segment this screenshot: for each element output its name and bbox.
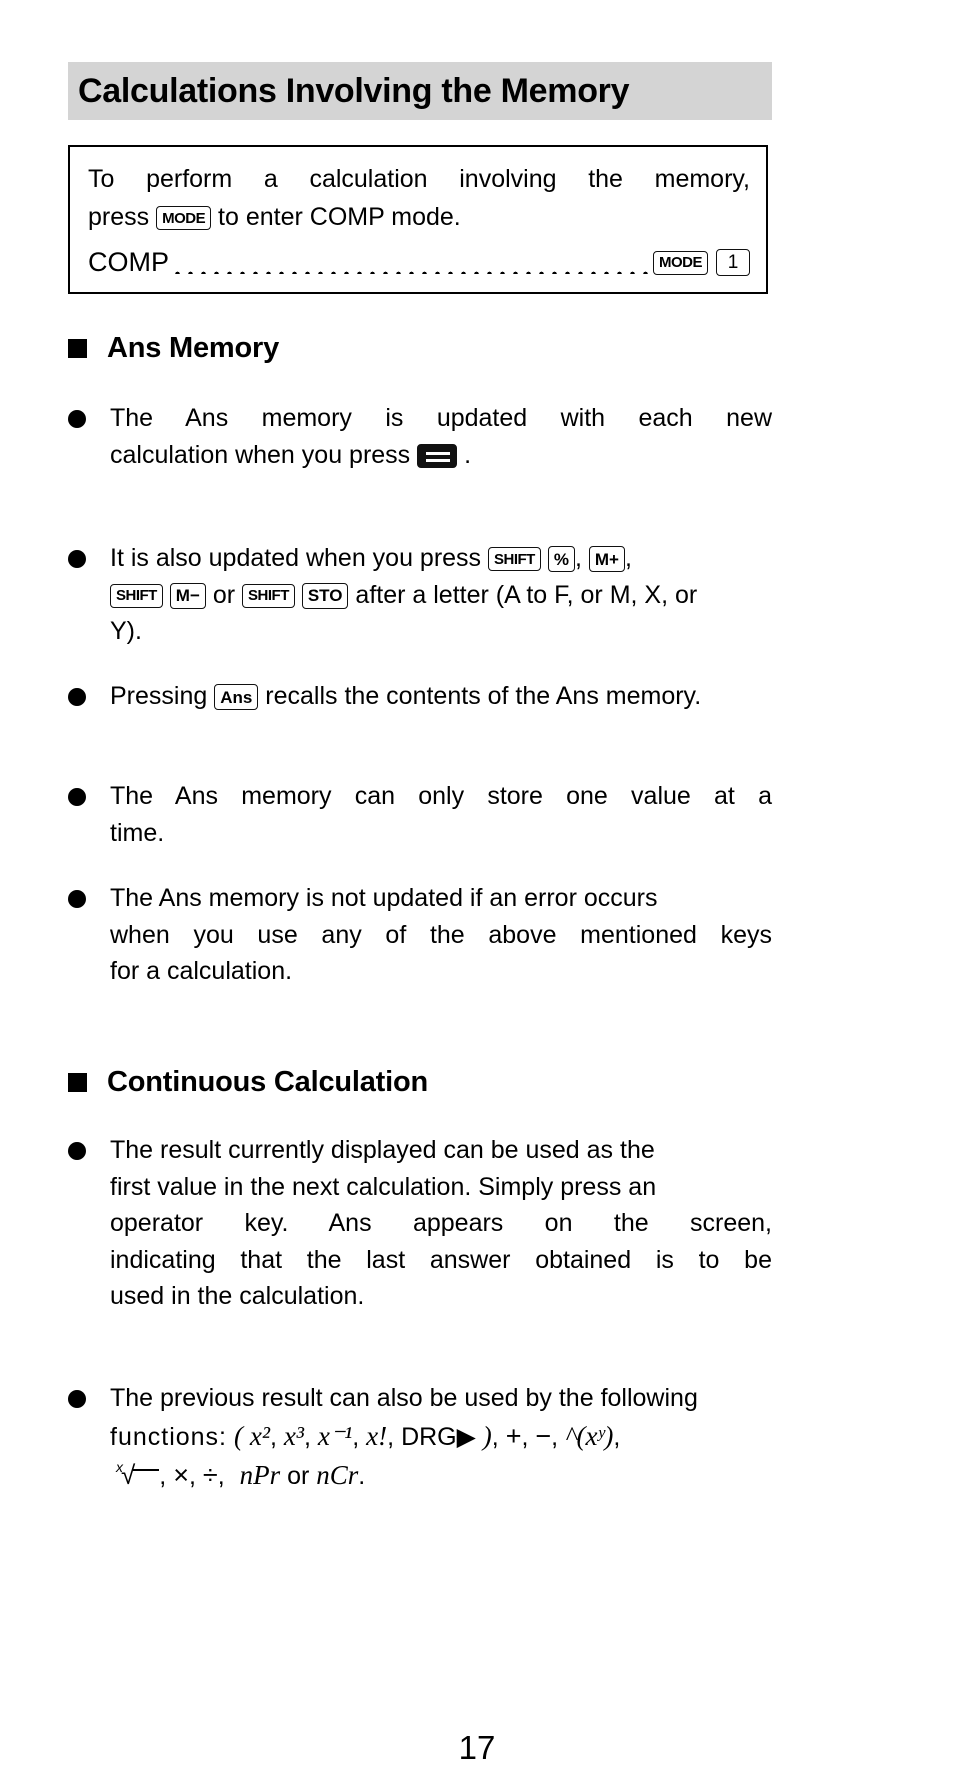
- list-item-line: The Ans memory is updated with each new: [110, 404, 772, 432]
- list-item: The Ans memory is not updated if an erro…: [68, 880, 772, 990]
- list-item-text: It is also updated when you press: [110, 544, 482, 572]
- square-bullet-icon: [68, 339, 87, 358]
- section-title-continuous-calculation: Continuous Calculation: [107, 1066, 429, 1098]
- list-item-period: .: [464, 440, 472, 469]
- comma-separator: ,: [624, 544, 632, 572]
- math-term-npr: nPr: [239, 1459, 281, 1490]
- paren-close: ): [482, 1420, 492, 1451]
- math-term-x-squared: x²: [249, 1420, 271, 1451]
- list-item-line: for a calculation.: [110, 957, 293, 985]
- list-item-line: It is also updated when you press SHIFT …: [110, 540, 772, 577]
- round-bullet-icon: [68, 788, 86, 806]
- round-bullet-icon: [68, 1142, 86, 1160]
- period: .: [358, 1461, 366, 1490]
- comma-separator: ,: [574, 544, 582, 572]
- radical-glyph: √: [121, 1459, 136, 1490]
- comp-mode-row: COMP MODE 1: [88, 247, 750, 278]
- page-title-bar: Calculations Involving the Memory: [68, 62, 772, 120]
- list-item-line: The Ans memory can only store one value …: [110, 782, 772, 810]
- list-item-line: used in the calculation.: [110, 1282, 365, 1310]
- list-item-line: operator key. Ans appears on the screen,: [110, 1209, 772, 1237]
- mode-enter-label: to enter COMP mode.: [218, 202, 461, 231]
- math-line-2: x√, ×, ÷, nPr or nCr.: [110, 1456, 772, 1495]
- math-op-plus: +: [505, 1420, 522, 1451]
- list-item-line: The result currently displayed can be us…: [110, 1136, 655, 1164]
- math-op-minus: −: [535, 1420, 552, 1451]
- list-item-line: The Ans memory is not updated if an erro…: [110, 884, 658, 912]
- math-term-x-root: x√: [110, 1457, 160, 1495]
- math-term-x-cubed: x³: [283, 1420, 305, 1451]
- list-item: The Ans memory is updated with each new …: [68, 400, 772, 473]
- key-percent[interactable]: %: [547, 546, 575, 573]
- math-term-drg: DRG▶: [401, 1422, 476, 1451]
- list-item: The previous result can also be used by …: [68, 1380, 772, 1495]
- math-op-power: ^(xʸ): [565, 1420, 614, 1451]
- key-m-minus[interactable]: M−: [169, 582, 206, 609]
- key-shift[interactable]: SHIFT: [110, 583, 163, 608]
- list-item: The result currently displayed can be us…: [68, 1132, 772, 1315]
- page-number: 17: [458, 1729, 496, 1766]
- math-term-x-inverse: x⁻¹: [317, 1420, 353, 1451]
- list-item-line: time.: [110, 818, 165, 847]
- list-item-text: Pressing: [110, 682, 208, 710]
- mode-line-2: press MODE to enter COMP mode.: [88, 199, 750, 235]
- mode-line-1: To perform a calculation involving the m…: [88, 165, 750, 193]
- round-bullet-icon: [68, 688, 86, 706]
- list-item-line: SHIFT M− or SHIFT STO after a letter (A …: [110, 577, 772, 614]
- key-shift[interactable]: SHIFT: [242, 583, 295, 608]
- conjunction-or: or: [212, 580, 236, 609]
- functions-label: functions:: [110, 1422, 228, 1451]
- list-item-text: calculation when you press: [110, 440, 411, 469]
- comp-label: COMP: [88, 247, 169, 277]
- paren-open: (: [233, 1420, 243, 1451]
- list-item-text: after a letter (A to F, or M, X, or: [355, 580, 698, 609]
- list-item: It is also updated when you press SHIFT …: [68, 540, 772, 650]
- round-bullet-icon: [68, 890, 86, 908]
- list-item: Pressing Ans recalls the contents of the…: [68, 678, 772, 715]
- list-item-line: indicating that the last answer obtained…: [110, 1245, 772, 1274]
- mode-instruction-box: To perform a calculation involving the m…: [68, 145, 768, 294]
- round-bullet-icon: [68, 410, 86, 428]
- page-title: Calculations Involving the Memory: [78, 72, 630, 110]
- key-ans[interactable]: Ans: [214, 684, 259, 711]
- key-shift[interactable]: SHIFT: [488, 547, 541, 572]
- math-op-multiply: ×: [173, 1459, 189, 1490]
- mode-press-label: press: [88, 202, 150, 231]
- math-term-ncr: nCr: [316, 1459, 359, 1490]
- manual-page: Calculations Involving the Memory To per…: [0, 0, 954, 1789]
- round-bullet-icon: [68, 550, 86, 568]
- list-item-line: Pressing Ans recalls the contents of the…: [110, 678, 772, 715]
- key-m-plus[interactable]: M+: [588, 546, 625, 573]
- section-heading-ans-memory: Ans Memory: [68, 332, 279, 365]
- list-item-line: Y).: [110, 617, 142, 645]
- math-op-divide: ÷: [202, 1459, 218, 1490]
- conjunction-or: or: [287, 1461, 310, 1490]
- list-item-line: calculation when you press .: [110, 437, 772, 474]
- square-bullet-icon: [68, 1073, 87, 1092]
- list-item-text: recalls the contents of the Ans memory.: [265, 682, 702, 710]
- math-term-x-factorial: x!: [366, 1420, 388, 1451]
- list-item: The Ans memory can only store one value …: [68, 778, 772, 851]
- root-index: x: [116, 1458, 123, 1475]
- key-sto[interactable]: STO: [301, 582, 349, 609]
- section-heading-continuous-calculation: Continuous Calculation: [68, 1066, 428, 1099]
- list-item-line: first value in the next calculation. Sim…: [110, 1172, 657, 1201]
- list-item-line: when you use any of the above mentioned …: [110, 920, 772, 949]
- key-mode[interactable]: MODE: [156, 206, 212, 231]
- list-item-line: The previous result can also be used by …: [110, 1384, 698, 1412]
- key-equals[interactable]: [417, 443, 458, 468]
- math-line-1: functions: ( x², x³, x⁻¹, x!, DRG▶ ), +,…: [110, 1420, 621, 1451]
- dot-leader: [171, 248, 649, 274]
- key-mode-comp[interactable]: MODE: [653, 250, 708, 275]
- section-title-ans-memory: Ans Memory: [107, 332, 280, 364]
- round-bullet-icon: [68, 1390, 86, 1408]
- key-1[interactable]: 1: [716, 249, 750, 276]
